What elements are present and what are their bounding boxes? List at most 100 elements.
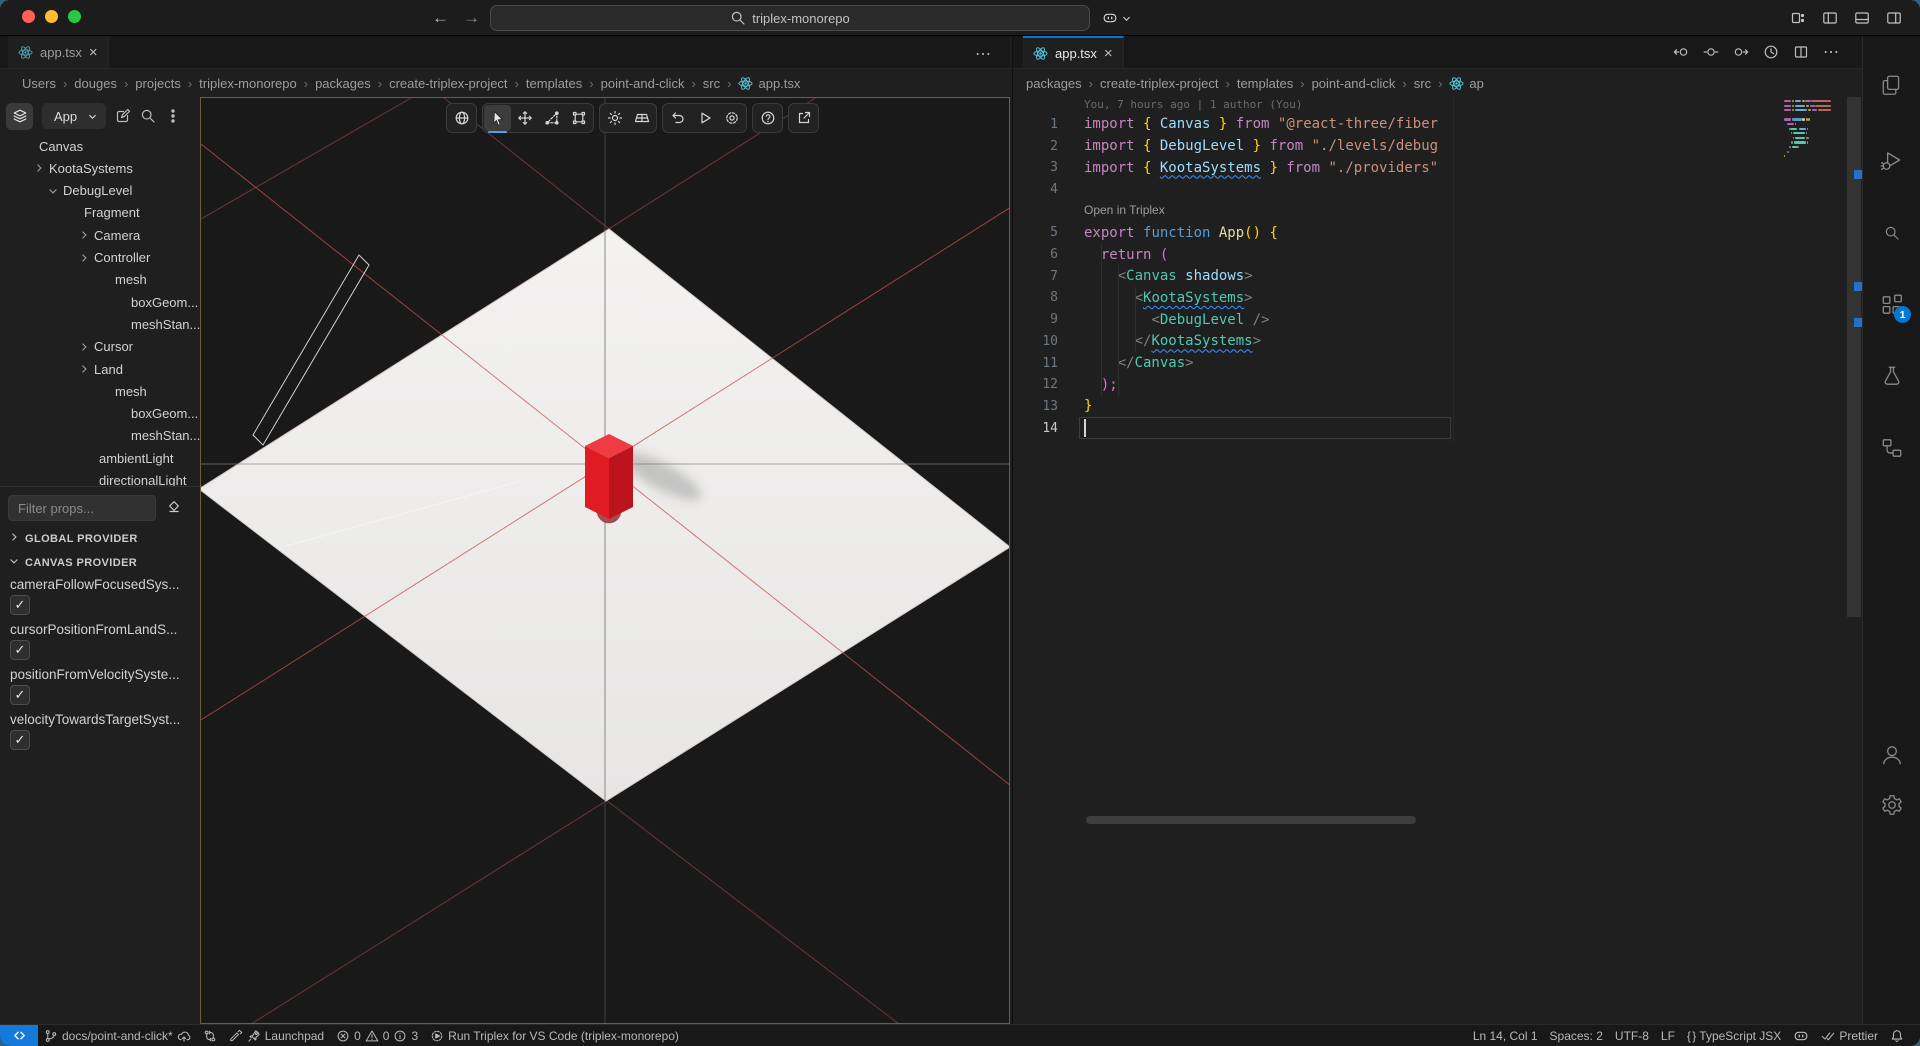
code-line-13[interactable]: 13} [1013,396,1862,418]
breadcrumb-item[interactable]: src [1414,76,1431,91]
remote-indicator[interactable] [0,1025,38,1046]
prop-checkbox[interactable]: ✓ [10,685,30,705]
code-line-1[interactable]: 1import { Canvas } from "@react-three/fi… [1013,114,1862,136]
code-line-10[interactable]: 10 </KootaSystems> [1013,331,1862,353]
chevron-right-icon[interactable] [78,363,90,375]
breadcrumb-item[interactable]: app.tsx [738,76,800,91]
git-branch-status[interactable]: docs/point-and-click* [38,1025,197,1046]
layout-customize-icon[interactable] [1790,10,1806,26]
gutter-circle-icon[interactable] [1703,44,1719,60]
breadcrumb-item[interactable]: douges [74,76,117,91]
activity-bar-account-icon[interactable] [1863,733,1920,777]
code-line-11[interactable]: 11 </Canvas> [1013,352,1862,374]
activity-bar-extensions-icon[interactable]: 1 [1863,283,1920,327]
filter-props-input[interactable]: Filter props... [8,495,156,521]
tab-app-tsx-editor[interactable]: app.tsx × [1023,36,1124,68]
tree-item-meshStan[interactable]: meshStan... [131,313,200,335]
breadcrumb-item[interactable]: ap [1449,76,1483,91]
breadcrumb-item[interactable]: point-and-click [601,76,685,91]
play-icon[interactable] [691,105,718,131]
tree-item-ambientLight[interactable]: ambientLight [99,447,173,469]
breadcrumb-item[interactable]: triplex-monorepo [199,76,297,91]
panel-left-icon[interactable] [1822,10,1838,26]
settings-icon[interactable] [718,105,745,131]
undo-icon[interactable] [664,105,691,131]
copilot-status[interactable] [1787,1025,1815,1046]
tree-item-directionalLight[interactable]: directionalLight [99,470,186,487]
tree-item-mesh[interactable]: mesh [115,380,147,402]
forward-icon[interactable]: → [463,8,480,28]
tree-item-mesh[interactable]: mesh [115,269,147,291]
component-selector[interactable]: App [42,103,106,129]
breadcrumb-item[interactable]: point-and-click [1312,76,1396,91]
tree-item-Controller[interactable]: Controller [78,247,150,269]
activity-bar-references-icon[interactable] [1863,426,1920,470]
frustum-icon[interactable] [628,105,655,131]
tree-item-meshStan[interactable]: meshStan... [131,425,200,447]
code-line-7[interactable]: 7 <Canvas shadows> [1013,265,1862,287]
split-editor-icon[interactable] [1793,44,1809,60]
activity-bar-copy-icon[interactable] [1863,63,1920,107]
code-line-8[interactable]: 8 <KootaSystems> [1013,287,1862,309]
eraser-icon[interactable] [166,498,182,517]
zoom-window-button[interactable] [68,10,81,23]
indentation-status[interactable]: Spaces: 2 [1544,1025,1609,1046]
breadcrumb-item[interactable]: templates [526,76,582,91]
edit-icon[interactable] [115,108,131,124]
chevron-right-icon[interactable] [78,341,90,353]
language-status[interactable]: { } TypeScript JSX [1681,1025,1787,1046]
close-icon[interactable]: × [1104,45,1113,62]
activity-bar-search-icon[interactable] [1863,211,1920,255]
tree-item-Land[interactable]: Land [78,358,123,380]
code-line-6[interactable]: 6 return ( [1013,244,1862,266]
activity-bar-run-debug-icon[interactable] [1863,138,1920,182]
horizontal-scrollbar[interactable] [1086,816,1416,824]
timeline-icon[interactable] [1763,44,1779,60]
codelens-open-in-triplex[interactable]: Open in Triplex [1084,203,1165,217]
tree-item-KootaSystems[interactable]: KootaSystems [33,157,133,179]
chevron-right-icon[interactable] [33,162,45,174]
breadcrumb-item[interactable]: packages [1026,76,1082,91]
help-icon[interactable] [754,105,781,131]
light-icon[interactable] [601,105,628,131]
back-icon[interactable]: ← [432,8,449,28]
tree-item-Canvas[interactable]: Canvas [39,135,83,157]
open-external-icon[interactable] [790,105,817,131]
activity-bar-settings-gear-icon[interactable] [1863,783,1920,827]
code-line-9[interactable]: 9 <DebugLevel /> [1013,309,1862,331]
run-triplex-status[interactable]: Run Triplex for VS Code (triplex-monorep… [424,1025,685,1046]
tree-item-Fragment[interactable]: Fragment [84,202,140,224]
more-actions-icon[interactable]: ⋯ [975,44,992,64]
prop-checkbox[interactable]: ✓ [10,595,30,615]
git-compare-status[interactable] [197,1025,223,1046]
chevron-right-icon[interactable] [78,229,90,241]
chevron-right-icon[interactable] [78,252,90,264]
code-line-12[interactable]: 12 ); [1013,374,1862,396]
code-line-2[interactable]: 2import { DebugLevel } from "./levels/de… [1013,135,1862,157]
tree-item-Camera[interactable]: Camera [78,224,140,246]
move-icon[interactable] [511,105,538,131]
scene-canvas[interactable] [201,98,1009,1029]
scale-icon[interactable] [538,105,565,131]
layers-icon[interactable] [6,103,33,130]
next-change-icon[interactable] [1733,44,1749,60]
activity-bar-testing-icon[interactable] [1863,354,1920,398]
cursor-position-status[interactable]: Ln 14, Col 1 [1467,1025,1544,1046]
transform-icon[interactable] [565,105,592,131]
breadcrumb-item[interactable]: src [703,76,720,91]
command-center-search[interactable]: triplex-monorepo [490,5,1090,31]
more-icon[interactable]: ⋯ [1823,42,1840,62]
code-editor[interactable]: You, 7 hours ago | 1 author (You) 1impor… [1012,97,1862,1024]
panel-right-icon[interactable] [1886,10,1902,26]
tree-item-Cursor[interactable]: Cursor [78,336,133,358]
copilot-menu-button[interactable] [1102,5,1132,31]
problems-status[interactable]: 0 0 3 [330,1025,424,1046]
breadcrumb-item[interactable]: Users [22,76,56,91]
code-line-4[interactable]: 4 [1013,179,1862,201]
breadcrumb-item[interactable]: create-triplex-project [389,76,508,91]
notifications-status[interactable] [1884,1025,1910,1046]
tab-app-tsx-left[interactable]: app.tsx × [8,36,109,68]
triplex-3d-viewport[interactable] [200,97,1010,1024]
breadcrumb-item[interactable]: projects [135,76,181,91]
globe-icon[interactable] [448,105,475,131]
